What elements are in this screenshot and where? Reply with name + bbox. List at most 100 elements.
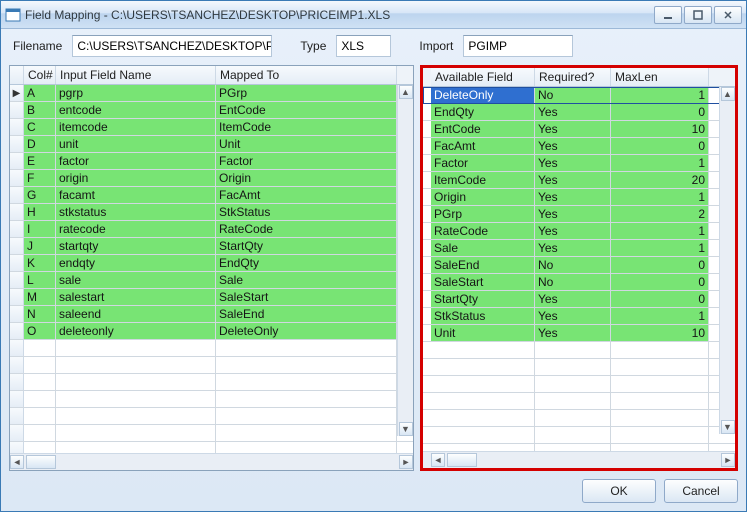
table-row[interactable]: SaleStartNo0 <box>423 274 735 291</box>
table-row[interactable]: JstartqtyStartQty <box>10 238 413 255</box>
cell-required[interactable]: Yes <box>535 104 611 120</box>
cell-maxlen[interactable]: 20 <box>611 172 709 188</box>
cell-colnum[interactable]: D <box>24 136 56 152</box>
cell-input[interactable]: ratecode <box>56 221 216 237</box>
cell-required[interactable]: No <box>535 257 611 273</box>
cell-required[interactable]: Yes <box>535 206 611 222</box>
table-row[interactable]: ItemCodeYes20 <box>423 172 735 189</box>
cell-mapped[interactable]: PGrp <box>216 85 397 101</box>
minimize-button[interactable] <box>654 6 682 24</box>
cell-input[interactable]: startqty <box>56 238 216 254</box>
table-row[interactable]: PGrpYes2 <box>423 206 735 223</box>
import-field[interactable]: PGIMP <box>463 35 573 57</box>
cell-mapped[interactable]: EntCode <box>216 102 397 118</box>
cell-field[interactable]: FacAmt <box>431 138 535 154</box>
cell-mapped[interactable]: Sale <box>216 272 397 288</box>
cell-mapped[interactable]: SaleStart <box>216 289 397 305</box>
cell-field[interactable]: EndQty <box>431 104 535 120</box>
cell-field[interactable]: Unit <box>431 325 535 341</box>
cell-input[interactable]: unit <box>56 136 216 152</box>
cell-field[interactable]: RateCode <box>431 223 535 239</box>
table-row[interactable]: SaleYes1 <box>423 240 735 257</box>
scroll-down-icon[interactable]: ▼ <box>721 420 735 434</box>
cell-input[interactable]: factor <box>56 153 216 169</box>
table-row[interactable]: StartQtyYes0 <box>423 291 735 308</box>
table-row[interactable]: OriginYes1 <box>423 189 735 206</box>
cell-colnum[interactable]: F <box>24 170 56 186</box>
table-row[interactable]: FacAmtYes0 <box>423 138 735 155</box>
cell-colnum[interactable]: N <box>24 306 56 322</box>
cell-colnum[interactable]: H <box>24 204 56 220</box>
table-row[interactable]: UnitYes10 <box>423 325 735 342</box>
cell-colnum[interactable]: B <box>24 102 56 118</box>
cell-colnum[interactable]: G <box>24 187 56 203</box>
table-row[interactable]: CitemcodeItemCode <box>10 119 413 136</box>
cell-required[interactable]: Yes <box>535 223 611 239</box>
cell-field[interactable]: SaleEnd <box>431 257 535 273</box>
table-row[interactable]: DeleteOnlyNo1 <box>423 87 735 104</box>
scroll-up-icon[interactable]: ▲ <box>721 87 735 101</box>
table-row[interactable]: RateCodeYes1 <box>423 223 735 240</box>
cell-colnum[interactable]: A <box>24 85 56 101</box>
scroll-left-icon[interactable]: ◄ <box>10 455 24 469</box>
scroll-right-icon[interactable]: ► <box>721 453 735 467</box>
scroll-thumb[interactable] <box>447 453 477 467</box>
cell-field[interactable]: EntCode <box>431 121 535 137</box>
scroll-left-icon[interactable]: ◄ <box>431 453 445 467</box>
cell-input[interactable]: stkstatus <box>56 204 216 220</box>
cell-required[interactable]: Yes <box>535 291 611 307</box>
cell-required[interactable]: Yes <box>535 172 611 188</box>
cell-colnum[interactable]: I <box>24 221 56 237</box>
table-row[interactable]: NsaleendSaleEnd <box>10 306 413 323</box>
cell-mapped[interactable]: EndQty <box>216 255 397 271</box>
cell-input[interactable]: sale <box>56 272 216 288</box>
cell-field[interactable]: Sale <box>431 240 535 256</box>
cell-maxlen[interactable]: 1 <box>611 240 709 256</box>
cell-maxlen[interactable]: 2 <box>611 206 709 222</box>
mapping-vscroll[interactable]: ▲ ▼ <box>397 85 413 436</box>
cell-input[interactable]: deleteonly <box>56 323 216 339</box>
cell-field[interactable]: ItemCode <box>431 172 535 188</box>
maximize-button[interactable] <box>684 6 712 24</box>
cell-required[interactable]: Yes <box>535 121 611 137</box>
table-row[interactable]: StkStatusYes1 <box>423 308 735 325</box>
cell-input[interactable]: itemcode <box>56 119 216 135</box>
cell-mapped[interactable]: Origin <box>216 170 397 186</box>
scroll-right-icon[interactable]: ► <box>399 455 413 469</box>
cell-field[interactable]: StkStatus <box>431 308 535 324</box>
titlebar[interactable]: Field Mapping - C:\USERS\TSANCHEZ\DESKTO… <box>1 1 746 29</box>
cell-field[interactable]: DeleteOnly <box>431 87 535 103</box>
cell-required[interactable]: Yes <box>535 138 611 154</box>
cell-input[interactable]: facamt <box>56 187 216 203</box>
cell-colnum[interactable]: E <box>24 153 56 169</box>
cell-required[interactable]: Yes <box>535 308 611 324</box>
table-row[interactable]: LsaleSale <box>10 272 413 289</box>
cancel-button[interactable]: Cancel <box>664 479 738 503</box>
cell-mapped[interactable]: DeleteOnly <box>216 323 397 339</box>
cell-maxlen[interactable]: 0 <box>611 104 709 120</box>
cell-input[interactable]: entcode <box>56 102 216 118</box>
table-row[interactable]: EntCodeYes10 <box>423 121 735 138</box>
cell-maxlen[interactable]: 0 <box>611 274 709 290</box>
cell-colnum[interactable]: J <box>24 238 56 254</box>
available-hscroll[interactable]: ◄ ► <box>423 451 735 468</box>
cell-mapped[interactable]: SaleEnd <box>216 306 397 322</box>
cell-colnum[interactable]: L <box>24 272 56 288</box>
mapping-col-mapped[interactable]: Mapped To <box>216 66 397 84</box>
cell-mapped[interactable]: StartQty <box>216 238 397 254</box>
table-row[interactable]: SaleEndNo0 <box>423 257 735 274</box>
cell-mapped[interactable]: ItemCode <box>216 119 397 135</box>
available-col-maxlen[interactable]: MaxLen <box>611 68 709 86</box>
available-col-field[interactable]: Available Field <box>431 68 535 86</box>
table-row[interactable]: IratecodeRateCode <box>10 221 413 238</box>
ok-button[interactable]: OK <box>582 479 656 503</box>
cell-colnum[interactable]: C <box>24 119 56 135</box>
cell-input[interactable]: pgrp <box>56 85 216 101</box>
cell-mapped[interactable]: StkStatus <box>216 204 397 220</box>
cell-field[interactable]: PGrp <box>431 206 535 222</box>
cell-maxlen[interactable]: 0 <box>611 138 709 154</box>
cell-field[interactable]: Factor <box>431 155 535 171</box>
mapping-col-input[interactable]: Input Field Name <box>56 66 216 84</box>
close-button[interactable] <box>714 6 742 24</box>
cell-required[interactable]: Yes <box>535 325 611 341</box>
